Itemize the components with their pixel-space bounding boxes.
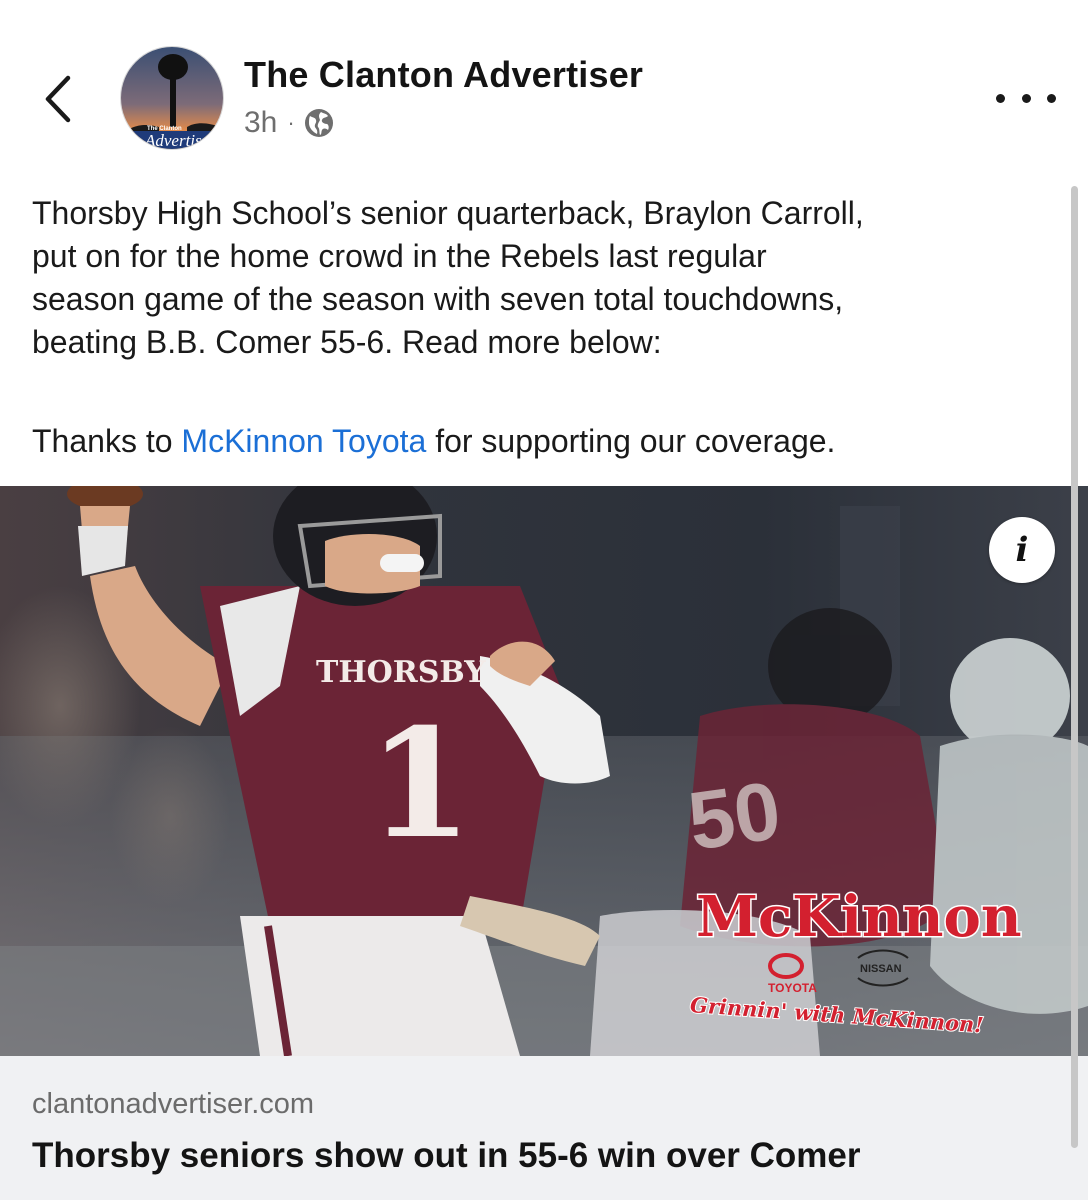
back-button[interactable] [38, 72, 84, 126]
more-dot [1021, 93, 1031, 103]
toyota-logo-text: TOYOTA [768, 981, 817, 995]
page-name[interactable]: The Clanton Advertiser [244, 54, 643, 96]
chevron-left-icon [45, 75, 71, 123]
more-dot [996, 93, 1005, 103]
post-timestamp[interactable]: 3h [244, 106, 277, 140]
post-sponsor-line: Thanks to McKinnon Toyota for supporting… [32, 420, 835, 463]
globe-icon [304, 109, 333, 137]
scrollbar[interactable] [1071, 186, 1078, 1148]
post-meta: 3h · [244, 106, 334, 140]
nissan-logo-text: NISSAN [860, 963, 902, 975]
more-dot [1047, 93, 1056, 103]
post-photo[interactable]: 50 THORSBY 1 McKinnon TOYOTA NISSAN Grin… [0, 486, 1088, 1056]
water-tower-logo: The Clanton Advertiser [121, 47, 223, 150]
link-domain: clantonadvertiser.com [32, 1088, 315, 1120]
jersey-number: 1 [368, 696, 472, 872]
thanks-prefix: Thanks to [32, 423, 182, 459]
sponsor-name: McKinnon [696, 884, 1022, 950]
post-body-text: Thorsby High School’s senior quarterback… [32, 195, 864, 360]
link-headline[interactable]: Thorsby seniors show out in 55-6 win ove… [32, 1136, 861, 1176]
post-header: The Clanton Advertiser The Clanton Adver… [0, 0, 1088, 175]
avatar-script-text: Advertiser [144, 131, 216, 150]
thanks-suffix: for supporting our coverage. [426, 423, 836, 459]
background-jersey-number: 50 [683, 765, 786, 868]
page-avatar[interactable]: The Clanton Advertiser [120, 46, 224, 150]
info-button[interactable]: i [989, 517, 1055, 583]
meta-separator: · [287, 110, 295, 135]
jersey-text: THORSBY [316, 655, 486, 690]
more-options-button[interactable] [996, 84, 1056, 112]
link-preview-card[interactable] [0, 1056, 1088, 1200]
sponsor-link[interactable]: McKinnon Toyota [181, 423, 426, 459]
football-photo-illustration: 50 THORSBY 1 McKinnon TOYOTA NISSAN Grin… [0, 486, 1088, 1056]
